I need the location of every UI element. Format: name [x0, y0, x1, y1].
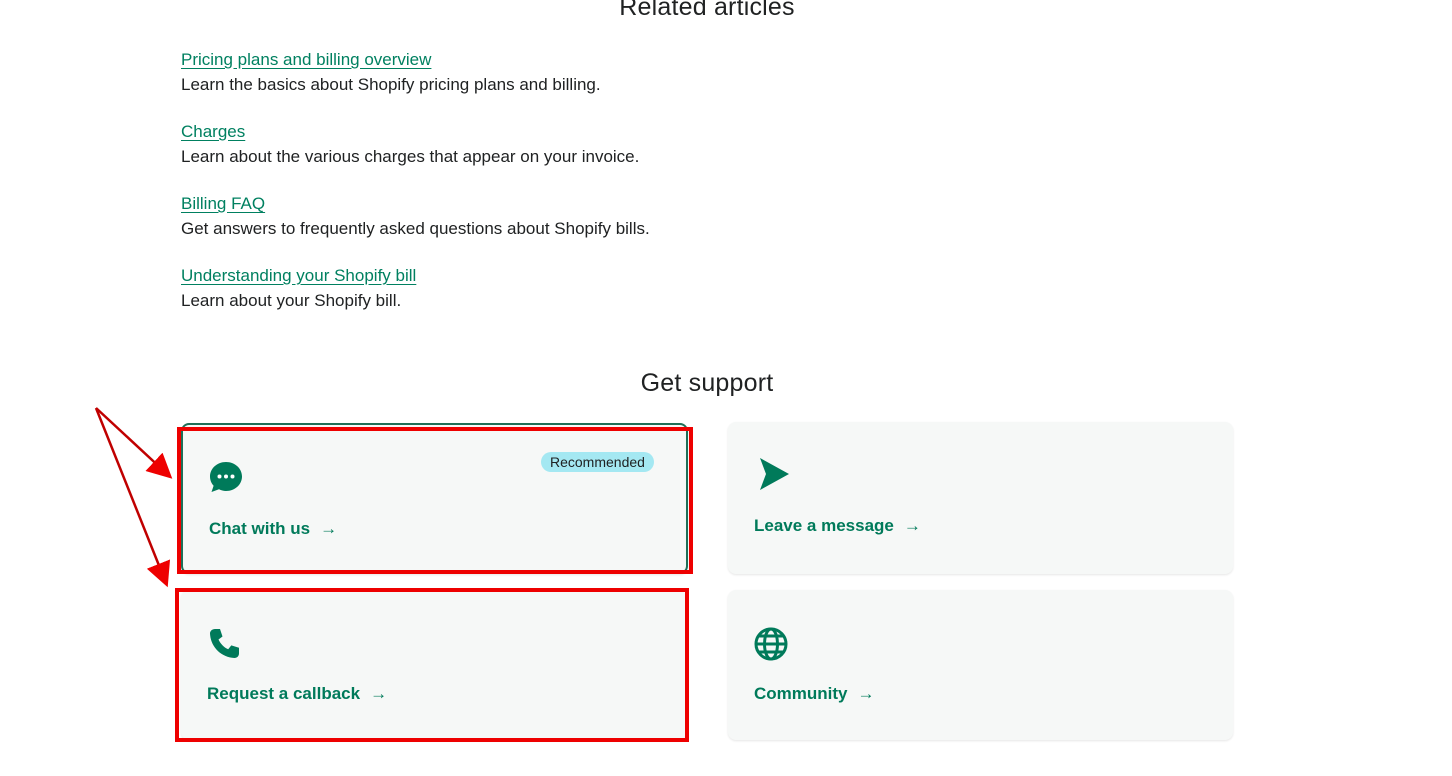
request-callback-link[interactable]: Request a callback → [207, 684, 387, 704]
article-link-pricing-plans[interactable]: Pricing plans and billing overview [181, 50, 601, 70]
arrow-right-icon: → [857, 684, 875, 703]
send-icon [760, 458, 789, 490]
article-description: Learn the basics about Shopify pricing p… [181, 75, 601, 94]
annotation-arrow-chat [95, 407, 173, 479]
leave-a-message-card[interactable]: Leave a message → [728, 422, 1233, 574]
request-callback-card[interactable]: Request a callback → [181, 590, 686, 740]
community-label: Community [754, 684, 848, 703]
article-description: Learn about the various charges that app… [181, 147, 640, 166]
community-card[interactable]: Community → [728, 590, 1233, 740]
chat-with-us-card[interactable]: Recommended Chat with us → [181, 423, 688, 574]
article-link-charges[interactable]: Charges [181, 122, 639, 142]
recommended-badge: Recommended [541, 452, 654, 472]
article-link-understanding-bill[interactable]: Understanding your Shopify bill [181, 266, 416, 286]
list-item: Understanding your Shopify bill Learn ab… [181, 266, 416, 311]
leave-a-message-label: Leave a message [754, 516, 894, 535]
arrow-right-icon: → [903, 516, 921, 535]
article-link-billing-faq[interactable]: Billing FAQ [181, 194, 650, 214]
list-item: Billing FAQ Get answers to frequently as… [181, 194, 650, 239]
list-item: Charges Learn about the various charges … [181, 122, 639, 167]
article-description: Get answers to frequently asked question… [181, 219, 650, 238]
list-item: Pricing plans and billing overview Learn… [181, 50, 601, 95]
get-support-title: Get support [640, 369, 774, 397]
related-articles-title: Related articles [619, 0, 795, 21]
support-page: Related articles Pricing plans and billi… [0, 0, 1452, 776]
arrow-right-icon: → [370, 684, 388, 703]
phone-icon [210, 629, 239, 658]
article-description: Learn about your Shopify bill. [181, 291, 402, 310]
globe-icon [754, 627, 788, 661]
leave-a-message-link[interactable]: Leave a message → [754, 516, 921, 536]
chat-with-us-label: Chat with us [209, 519, 311, 538]
arrow-right-icon: → [320, 519, 338, 538]
request-callback-label: Request a callback [207, 684, 361, 703]
chat-with-us-link[interactable]: Chat with us → [209, 519, 337, 539]
chat-bubble-icon [210, 462, 242, 492]
annotation-arrow-callback [94, 407, 171, 588]
community-link[interactable]: Community → [754, 684, 875, 704]
